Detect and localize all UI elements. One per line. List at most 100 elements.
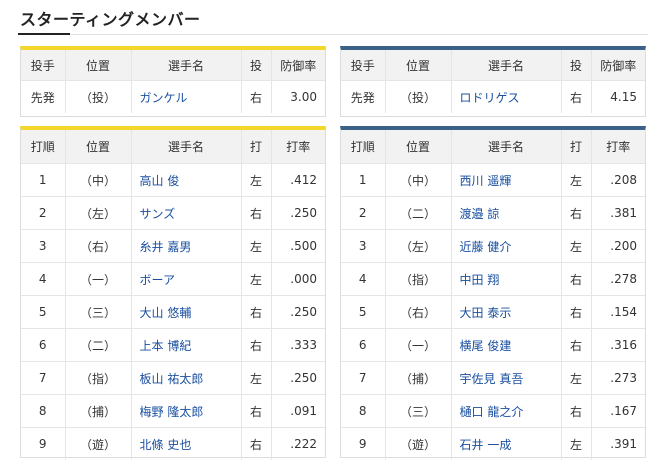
batting-order: 9 xyxy=(358,437,367,451)
table-row: 9 （遊） 石井 一成 左 .391 xyxy=(341,427,645,460)
bats-hand: 右 xyxy=(560,262,591,296)
player-link[interactable]: ガンケル xyxy=(140,91,188,105)
table-header-row: 打順 位置 選手名 打 打率 xyxy=(21,130,325,164)
pitcher-era: 3.00 xyxy=(270,80,325,113)
position: （遊） xyxy=(64,427,131,460)
player-name-cell: 高山 俊 xyxy=(130,163,241,197)
player-link[interactable]: 板山 祐太郎 xyxy=(140,372,204,386)
batting-order: 5 xyxy=(21,295,65,329)
player-name-cell: 中田 翔 xyxy=(450,262,561,296)
table-row: 7 （指） 板山 祐太郎 左 .250 xyxy=(21,361,325,395)
batting-order: 3 xyxy=(21,229,65,263)
batting-order: 2 xyxy=(341,196,385,230)
batting-average: .250 xyxy=(270,295,325,329)
position: （中） xyxy=(384,163,451,197)
pitcher-hand: 右 xyxy=(560,80,591,113)
position: （捕） xyxy=(64,394,131,428)
table-header-row: 投手 位置 選手名 投 防御率 xyxy=(341,50,645,81)
header-era: 防御率 xyxy=(590,50,645,81)
player-link[interactable]: 渡邉 諒 xyxy=(460,207,500,221)
bats-hand: 右 xyxy=(240,196,271,230)
batting-order: 1 xyxy=(341,163,385,197)
header-player-name: 選手名 xyxy=(450,50,561,81)
batting-order: 1 xyxy=(21,163,65,197)
table-row: 6 （一） 横尾 俊建 右 .316 xyxy=(341,328,645,362)
position: （捕） xyxy=(384,361,451,395)
position: （三） xyxy=(64,295,131,329)
player-name-cell: 北條 史也 xyxy=(130,427,241,460)
table-header-row: 投手 位置 選手名 投 防御率 xyxy=(21,50,325,81)
player-link[interactable]: 西川 遥輝 xyxy=(460,174,512,188)
bats-hand: 右 xyxy=(240,427,271,460)
bats-hand: 右 xyxy=(240,394,271,428)
player-link[interactable]: 石井 一成 xyxy=(460,438,512,452)
batting-average: .391 xyxy=(590,427,645,460)
header-batting-order: 打順 xyxy=(341,130,385,164)
player-name-cell: サンズ xyxy=(130,196,241,230)
bats-hand: 右 xyxy=(560,196,591,230)
batting-average: .154 xyxy=(590,295,645,329)
player-name-cell: 横尾 俊建 xyxy=(450,328,561,362)
player-name-cell: ボーア xyxy=(130,262,241,296)
bats-hand: 右 xyxy=(240,328,271,362)
player-link[interactable]: 大山 悠輔 xyxy=(140,306,192,320)
player-name-cell: 板山 祐太郎 xyxy=(130,361,241,395)
table-row: 5 （三） 大山 悠輔 右 .250 xyxy=(21,295,325,329)
player-link[interactable]: 中田 翔 xyxy=(460,273,500,287)
away-lineup-panel: 打順 位置 選手名 打 打率 1 （中） 西川 遥輝左 .208 2 （二） 渡邉 諒右 .3… xyxy=(340,126,646,460)
bats-hand: 左 xyxy=(240,163,271,197)
away-lineup-table: 打順 位置 選手名 打 打率 1 （中） 西川 遥輝左 .208 2 （二） 渡邉 諒右 .3… xyxy=(341,130,645,460)
batting-average: .091 xyxy=(270,394,325,428)
player-link[interactable]: 上本 博紀 xyxy=(140,339,192,353)
player-link[interactable]: 梅野 隆太郎 xyxy=(140,405,204,419)
player-link[interactable]: ボーア xyxy=(140,273,176,287)
home-lineup-table: 打順 位置 選手名 打 打率 1 （中） 高山 俊左 .412 2 （左） サンズ右 .250… xyxy=(21,130,325,460)
player-link[interactable]: 横尾 俊建 xyxy=(460,339,512,353)
player-link[interactable]: ロドリゲス xyxy=(460,91,520,105)
table-header-row: 打順 位置 選手名 打 打率 xyxy=(341,130,645,164)
bats-hand: 左 xyxy=(240,229,271,263)
player-name-cell: 大田 泰示 xyxy=(450,295,561,329)
player-link[interactable]: 近藤 健介 xyxy=(460,240,512,254)
table-row: 5 （右） 大田 泰示 右 .154 xyxy=(341,295,645,329)
pitcher-role: 先発 xyxy=(30,90,55,105)
player-link[interactable]: 糸井 嘉男 xyxy=(140,240,192,254)
batting-order: 4 xyxy=(21,262,65,296)
batting-average: .000 xyxy=(270,262,325,296)
section-title: スターティングメンバー xyxy=(20,10,201,29)
player-link[interactable]: 高山 俊 xyxy=(140,174,180,188)
batting-average: .316 xyxy=(590,328,645,362)
pitcher-hand: 右 xyxy=(240,80,271,113)
position: （左） xyxy=(64,196,131,230)
table-row: 1 （中） 高山 俊 左 .412 xyxy=(21,163,325,197)
batting-order: 6 xyxy=(341,328,385,362)
header-pitcher: 投手 xyxy=(21,50,65,81)
player-link[interactable]: 樋口 龍之介 xyxy=(460,405,524,419)
player-link[interactable]: 大田 泰示 xyxy=(460,306,512,320)
batting-average: .273 xyxy=(590,361,645,395)
position: （三） xyxy=(384,394,451,428)
batting-order: 3 xyxy=(341,229,385,263)
player-name-cell: 近藤 健介 xyxy=(450,229,561,263)
bats-hand: 左 xyxy=(560,163,591,197)
batting-order: 5 xyxy=(341,295,385,329)
bats-hand: 右 xyxy=(240,295,271,329)
position: （二） xyxy=(64,328,131,362)
batting-average: .250 xyxy=(270,361,325,395)
player-name-cell: 石井 一成 xyxy=(450,427,561,460)
batting-average: .412 xyxy=(270,163,325,197)
pitcher-era: 4.15 xyxy=(590,80,645,113)
header-position: 位置 xyxy=(64,50,131,81)
batting-order: 6 xyxy=(21,328,65,362)
table-row: 先発 （投） ロドリゲス 右 4.15 xyxy=(341,80,645,113)
header-player-name: 選手名 xyxy=(130,130,241,164)
header-player-name: 選手名 xyxy=(130,50,241,81)
table-row: 8 （三） 樋口 龍之介 右 .167 xyxy=(341,394,645,428)
player-link[interactable]: サンズ xyxy=(140,207,176,221)
bats-hand: 左 xyxy=(560,427,591,460)
player-name-cell: 上本 博紀 xyxy=(130,328,241,362)
header-player-name: 選手名 xyxy=(450,130,561,164)
player-link[interactable]: 宇佐見 真吾 xyxy=(460,372,524,386)
player-link[interactable]: 北條 史也 xyxy=(140,438,192,452)
player-name-cell: 大山 悠輔 xyxy=(130,295,241,329)
